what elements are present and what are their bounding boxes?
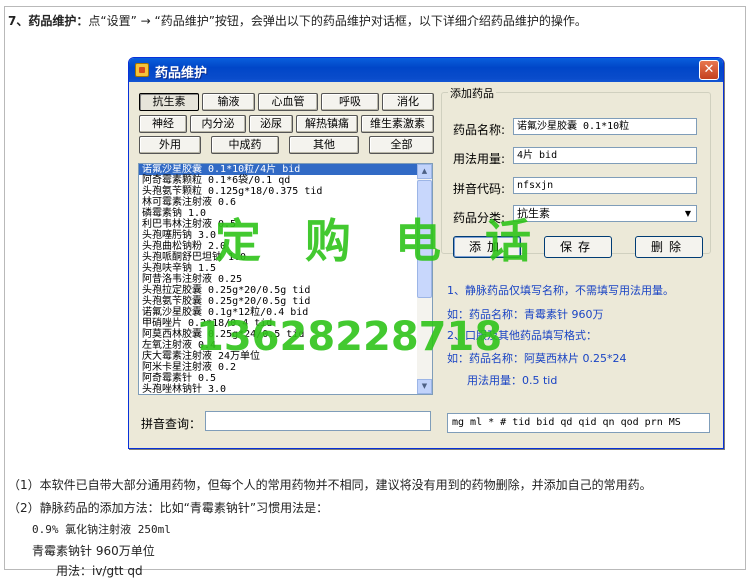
category-neuro-button[interactable]: 神经: [139, 115, 187, 133]
note-oral-example-dosage: 用法用量：0.5 tid: [467, 374, 558, 387]
category-all-button[interactable]: 全部: [369, 136, 434, 154]
paragraph-1: （1）本软件已自带大部分通用药物，但每个人的常用药物并不相同，建议将没有用到的药…: [8, 478, 652, 492]
category-digestive-button[interactable]: 消化: [382, 93, 434, 111]
intro-title: 药品维护：: [28, 14, 89, 28]
note-iv-drugs: 1、静脉药品仅填写名称，不需填写用法用量。: [447, 284, 674, 297]
pinyin-code-field[interactable]: nfsxjn: [513, 177, 697, 194]
window-title: 药品维护: [155, 66, 208, 81]
category-endocrine-button[interactable]: 内分泌: [190, 115, 246, 133]
drug-name-field[interactable]: 诺氟沙星胶囊 0.1*10粒: [513, 118, 697, 135]
category-urinary-button[interactable]: 泌尿: [249, 115, 293, 133]
list-item[interactable]: 阿昔洛韦注射液 0.25: [139, 274, 432, 285]
dosage-field[interactable]: 4片 bid: [513, 147, 697, 164]
intro-line: 7、药品维护：点“设置” → “药品维护”按钮，会弹出以下的药品维护对话框，以下…: [8, 12, 743, 29]
close-button[interactable]: ✕: [699, 60, 719, 80]
list-item[interactable]: 诺氟沙星胶囊 0.1*10粒/4片 bid: [139, 164, 432, 175]
category-respiratory-button[interactable]: 呼吸: [321, 93, 379, 111]
list-item[interactable]: 头孢拉定胶囊 0.25g*20/0.5g tid: [139, 285, 432, 296]
category-chinese-medicine-button[interactable]: 中成药: [211, 136, 279, 154]
paragraph-3: 0.9% 氯化钠注射液 250ml: [32, 523, 171, 536]
app-icon: [135, 63, 149, 77]
unit-shortcut-bar[interactable]: mg ml * # tid bid qd qid qn qod prn MS: [447, 413, 710, 433]
paragraph-2: （2）静脉药品的添加方法：比如“青霉素钠针”习惯用法是：: [8, 501, 329, 515]
pinyin-search-input[interactable]: [205, 411, 431, 431]
category-infusion-button[interactable]: 输液: [202, 93, 255, 111]
dosage-label: 用法用量:: [453, 152, 506, 166]
chevron-down-icon[interactable]: ▼: [681, 207, 695, 220]
intro-text: 点“设置” → “药品维护”按钮，会弹出以下的药品维护对话框，以下详细介绍药品维…: [88, 14, 587, 28]
list-item[interactable]: 阿奇霉素针 0.5: [139, 373, 432, 384]
delete-button[interactable]: 删除: [635, 236, 703, 258]
list-item[interactable]: 阿奇霉素颗粒 0.1*6袋/0.1 qd: [139, 175, 432, 186]
list-item[interactable]: 阿米卡星注射液 0.2: [139, 362, 432, 373]
intro-number: 7、: [8, 14, 29, 28]
drug-list[interactable]: 诺氟沙星胶囊 0.1*10粒/4片 bid 阿奇霉素颗粒 0.1*6袋/0.1 …: [138, 163, 433, 395]
order-phone-watermark: 定 购 电 话: [215, 214, 546, 268]
category-external-button[interactable]: 外用: [139, 136, 201, 154]
save-button[interactable]: 保存: [544, 236, 612, 258]
pinyin-code-label: 拼音代码:: [453, 182, 506, 196]
title-bar[interactable]: 药品维护 ✕: [129, 58, 723, 82]
category-cardiovascular-button[interactable]: 心血管: [258, 93, 318, 111]
list-item[interactable]: 头孢氨苄颗粒 0.125g*18/0.375 tid: [139, 186, 432, 197]
scroll-down-icon[interactable]: ▼: [417, 379, 432, 394]
list-item[interactable]: 头孢唑林钠针 3.0: [139, 384, 432, 394]
phone-number-watermark: 13628228718: [196, 314, 503, 360]
paragraph-4: 青霉素钠针 960万单位: [32, 544, 155, 558]
category-antipyretic-button[interactable]: 解热镇痛: [296, 115, 358, 133]
scroll-up-icon[interactable]: ▲: [417, 164, 432, 179]
category-antibiotic-button[interactable]: 抗生素: [139, 93, 199, 111]
category-other-button[interactable]: 其他: [289, 136, 359, 154]
pinyin-search-label: 拼音查询：: [141, 417, 202, 431]
category-vitamin-hormone-button[interactable]: 维生素激素: [361, 115, 434, 133]
drug-name-label: 药品名称:: [453, 123, 506, 137]
add-drug-group-label: 添加药品: [448, 85, 496, 101]
list-item[interactable]: 头孢氨苄胶囊 0.25g*20/0.5g tid: [139, 296, 432, 307]
paragraph-5: 用法：iv/gtt qd: [56, 564, 143, 578]
